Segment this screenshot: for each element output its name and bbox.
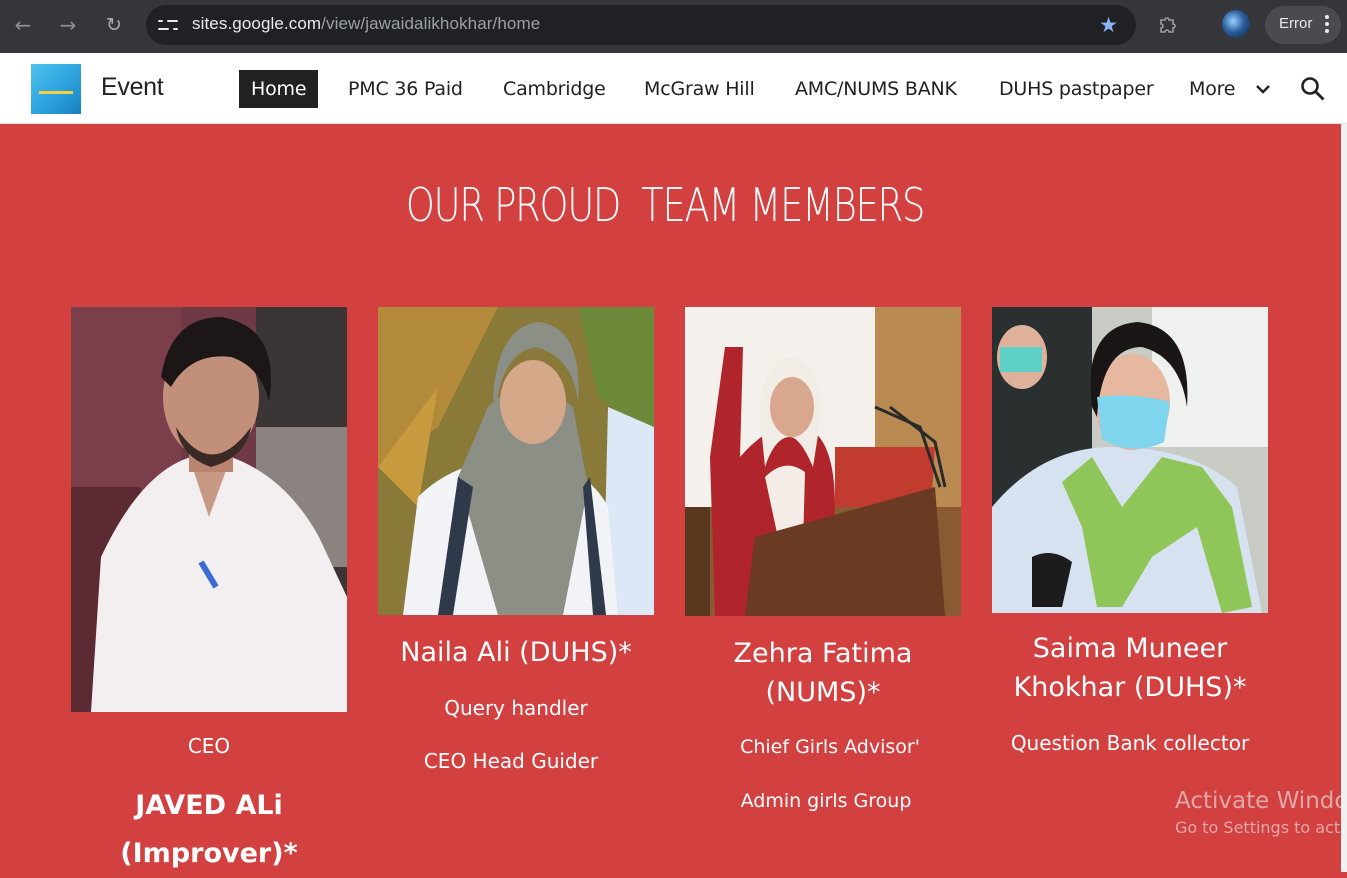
chevron-down-icon[interactable] — [1255, 81, 1271, 97]
member-photo-naila — [378, 307, 654, 615]
activate-windows-watermark: Activate Windo Go to Settings to acti — [1175, 788, 1347, 837]
member-naila-role: Query handler — [444, 696, 588, 720]
kebab-menu-icon[interactable] — [1325, 15, 1329, 35]
member-zehra-role: Chief Girls Advisor' — [740, 736, 920, 758]
member-javed-role: CEO — [187, 734, 231, 758]
profile-error-button[interactable]: Error — [1265, 6, 1341, 44]
member-saima-name: Saima Muneer — [1032, 633, 1228, 664]
url-text[interactable]: sites.google.com/view/jawaidalikhokhar/h… — [192, 14, 540, 34]
member-portrait-zehra — [685, 307, 961, 616]
member-javed-name: JAVED ALi — [135, 790, 283, 821]
site-info-icon[interactable] — [158, 15, 178, 35]
page-scrollbar[interactable] — [1341, 124, 1347, 872]
member-javed-subtitle: (Improver)* — [120, 838, 298, 869]
url-host: sites.google.com — [192, 14, 322, 33]
browser-toolbar: ← → ↻ sites.google.com/view/jawaidalikho… — [0, 0, 1347, 53]
nav-amc-nums-bank[interactable]: AMC/NUMS BANK — [795, 70, 957, 108]
nav-mcgraw-hill[interactable]: McGraw Hill — [644, 70, 755, 108]
member-saima-role: Question Bank collector — [1010, 731, 1250, 755]
member-photo-saima — [992, 307, 1268, 613]
reload-icon[interactable]: ↻ — [101, 12, 127, 38]
member-naila-name: Naila Ali (DUHS)* — [400, 637, 632, 668]
team-section: OUR PROUD TEAM MEMBERS CEO JAVED ALi (Im… — [0, 124, 1347, 872]
search-icon[interactable] — [1299, 75, 1327, 103]
member-photo-javed — [71, 307, 347, 712]
nav-pmc-36-paid[interactable]: PMC 36 Paid — [348, 70, 463, 108]
watermark-line-2: Go to Settings to acti — [1175, 818, 1345, 837]
address-bar[interactable]: sites.google.com/view/jawaidalikhokhar/h… — [146, 5, 1136, 45]
extensions-puzzle-icon[interactable] — [1156, 13, 1180, 37]
nav-duhs-pastpaper[interactable]: DUHS pastpaper — [999, 70, 1154, 108]
site-header: Event Home PMC 36 Paid Cambridge McGraw … — [0, 53, 1347, 124]
member-portrait-javed — [71, 307, 347, 712]
back-arrow-icon[interactable]: ← — [10, 12, 36, 38]
member-portrait-saima — [992, 307, 1268, 613]
site-title[interactable]: Event — [101, 73, 164, 102]
logo-stripe — [39, 91, 73, 94]
member-zehra-role-2: Admin girls Group — [740, 790, 912, 812]
nav-more[interactable]: More — [1189, 70, 1236, 108]
member-naila-role-2: CEO Head Guider — [423, 749, 599, 773]
url-path: /view/jawaidalikhokhar/home — [321, 14, 541, 33]
member-saima-school: Khokhar (DUHS)* — [1013, 672, 1247, 703]
nav-cambridge[interactable]: Cambridge — [503, 70, 606, 108]
member-photo-zehra — [685, 307, 961, 616]
bookmark-star-icon[interactable]: ★ — [1099, 13, 1118, 37]
watermark-line-1: Activate Windo — [1175, 788, 1347, 814]
profile-error-label: Error — [1279, 15, 1313, 32]
forward-arrow-icon[interactable]: → — [55, 12, 81, 38]
member-zehra-school: (NUMS)* — [765, 677, 881, 708]
nav-home[interactable]: Home — [239, 70, 319, 108]
section-title: OUR PROUD TEAM MEMBERS — [405, 178, 926, 232]
member-portrait-naila — [378, 307, 654, 615]
member-zehra-name: Zehra Fatima — [733, 638, 913, 669]
profile-avatar[interactable] — [1222, 10, 1250, 38]
site-logo[interactable] — [31, 64, 81, 114]
